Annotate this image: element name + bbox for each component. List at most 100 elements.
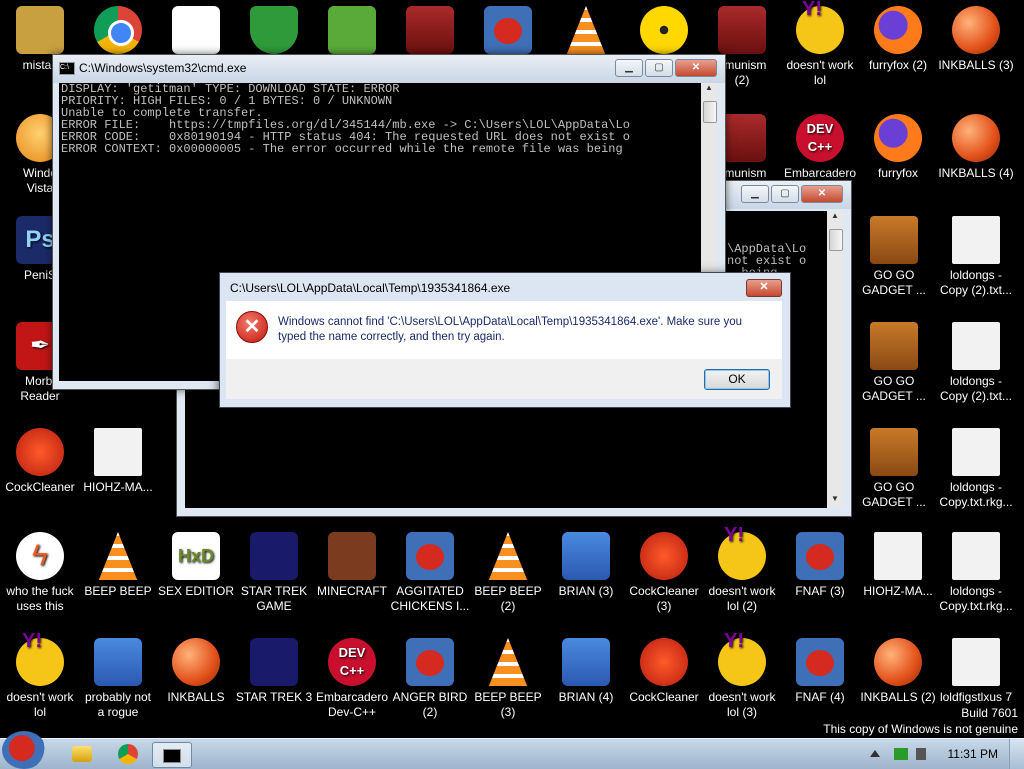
desktop-icon[interactable] [78,0,158,58]
desktop-icon[interactable]: DEV C++ Embarcadero Dev-C++ [312,632,392,720]
desktop-icon[interactable]: CockCleaner [624,632,704,705]
flash-icon: ϟ [16,532,64,580]
desktop-icon[interactable] [234,0,314,58]
paper-icon [952,532,1000,580]
desktop-icon[interactable]: doesn't work lol (2) [702,526,782,614]
scroll-up-arrow[interactable]: ▲ [827,211,843,225]
dialog-close-button[interactable]: ✕ [746,279,782,297]
desktop-icon[interactable]: CockCleaner [0,422,80,495]
desktop-icon[interactable]: GO GO GADGET ... [854,316,934,404]
bird-icon [406,638,454,686]
close-button[interactable]: ✕ [675,59,717,77]
maximize-button[interactable]: ▢ [771,185,799,203]
desktop-icon[interactable]: GO GO GADGET ... [854,422,934,510]
desktop-icon[interactable]: BEEP BEEP (3) [468,632,548,720]
desktop-icon[interactable] [390,0,470,58]
desktop-icon[interactable]: BRIAN (3) [546,526,626,599]
desktop-icon[interactable]: GO GO GADGET ... [854,210,934,298]
desktop-icon[interactable]: loldongs - Copy (2).txt... [936,210,1016,298]
desktop-icon[interactable]: furryfox (2) [858,0,938,73]
desktop-icon[interactable]: STAR TREK GAME [234,526,314,614]
desktop-icon-label: who the fuck uses this [6,584,74,613]
desktop-icon[interactable]: INKBALLS (3) [936,0,1016,73]
explorer-taskbar-icon[interactable] [72,746,92,762]
desktop-icon[interactable] [546,0,626,58]
clock[interactable]: 11:31 PM [948,747,998,761]
desktop-icon[interactable]: furryfox [858,108,938,181]
desktop-icon-label: MINECRAFT [317,584,387,598]
mc-icon [328,532,376,580]
dialog-footer: OK [226,359,782,399]
cd-icon [640,6,688,54]
desktop-icon-label: loldongs - Copy.txt.rkg... [939,584,1013,613]
desktop-icon[interactable]: HIOHZ-MA... [78,422,158,495]
desktop-icon[interactable]: INKBALLS [156,632,236,705]
shield-icon [250,6,298,54]
scroll-up-arrow[interactable]: ▲ [701,83,717,97]
desktop-icon[interactable]: MINECRAFT [312,526,392,599]
desktop-icon[interactable]: loldfigstlxus 7 [936,632,1016,705]
minimize-button[interactable]: ▁ [615,59,643,77]
chrome-taskbar-icon[interactable] [118,744,138,764]
desktop-icon-label: doesn't work lol [786,58,854,87]
show-desktop-button[interactable] [1009,739,1024,769]
scroll-thumb[interactable] [829,229,843,251]
desktop-icon[interactable]: STAR TREK 3 [234,632,314,705]
desktop-icon[interactable] [312,0,392,58]
yahoo-icon [718,634,766,686]
desktop-icon[interactable]: INKBALLS (4) [936,108,1016,181]
firefox-icon [874,6,922,54]
yahoo-icon [718,528,766,580]
desktop-icon[interactable]: loldongs - Copy.txt.rkg... [936,526,1016,614]
vertical-scrollbar[interactable]: ▲ ▼ [827,211,843,508]
paper-icon [952,428,1000,476]
desktop-icon[interactable]: BEEP BEEP (2) [468,526,548,614]
desktop-icon[interactable]: doesn't work lol [780,0,860,88]
desktop-icon[interactable]: INKBALLS (2) [858,632,938,705]
desktop-icon[interactable]: AGGITATED CHICKENS I... [390,526,470,614]
puz-icon [562,532,610,580]
desktop-icon-label: doesn't work lol (3) [708,690,776,719]
desktop-icon[interactable]: DEV C++ Embarcadero [780,108,860,181]
cmd-taskbar-button[interactable] [152,742,192,768]
desktop-icon[interactable]: ϟ who the fuck uses this [0,526,80,614]
desktop-icon[interactable]: BRIAN (4) [546,632,626,705]
chrome-icon [94,6,142,54]
desktop-icon[interactable]: loldongs - Copy.txt.rkg... [936,422,1016,510]
desktop-icon-label: BRIAN (4) [558,690,614,704]
show-hidden-icons-icon[interactable] [870,750,880,757]
desktop-icon[interactable]: doesn't work lol (3) [702,632,782,720]
desktop-icon-label: GO GO GADGET ... [862,374,926,403]
desktop-icon[interactable] [156,0,236,58]
minimize-button[interactable]: ▁ [741,185,769,203]
maximize-button[interactable]: ▢ [645,59,673,77]
desktop-icon[interactable]: FNAF (4) [780,632,860,705]
scroll-down-arrow[interactable]: ▼ [827,494,843,508]
brief-icon [870,322,918,370]
desktop-icon[interactable]: ANGER BIRD (2) [390,632,470,720]
desktop-icon[interactable]: probably not a rogue [78,632,158,720]
scroll-thumb[interactable] [703,101,717,123]
not-genuine-notice: This copy of Windows is not genuine [823,722,1018,736]
desktop-icon[interactable]: CockCleaner (3) [624,526,704,614]
close-button[interactable]: ✕ [801,185,843,203]
desktop-icon-label: STAR TREK GAME [240,584,308,613]
desktop-icon[interactable] [624,0,704,58]
desktop-icon[interactable]: FNAF (3) [780,526,860,599]
error-dialog[interactable]: C:\Users\LOL\AppData\Local\Temp\19353418… [219,272,791,408]
desktop-icon[interactable]: HIOHZ-MA... [858,526,938,599]
volume-icon[interactable] [916,748,926,760]
title-bar[interactable]: C:\ C:\Windows\system32\cmd.exe ▁ ▢ ✕ [53,55,725,83]
desktop-icon[interactable] [468,0,548,58]
ball-icon [952,114,1000,162]
desktop-icon[interactable]: BEEP BEEP [78,526,158,599]
mon-icon [16,6,64,54]
desktop-icon[interactable]: HxD SEX EDITIOR [156,526,236,599]
desktop-icon-label: BEEP BEEP (3) [474,690,542,719]
ok-button[interactable]: OK [704,369,770,390]
desktop-icon[interactable]: loldongs - Copy (2).txt... [936,316,1016,404]
desktop-icon[interactable]: doesn't work lol [0,632,80,720]
dev-icon: DEV C++ [796,114,844,162]
network-icon[interactable] [894,748,908,760]
start-button[interactable] [2,731,46,769]
